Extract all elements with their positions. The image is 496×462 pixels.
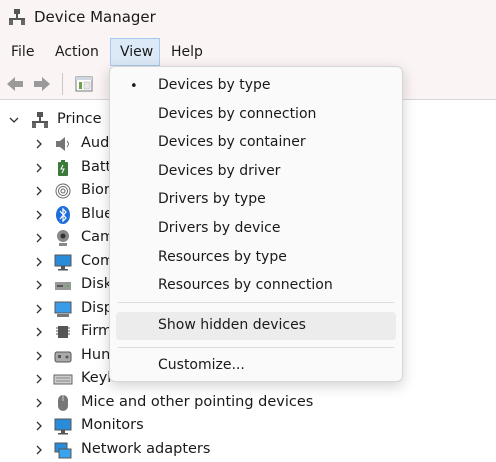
hid-icon [54, 351, 72, 362]
chevron-right-icon[interactable] [34, 257, 44, 267]
menu-file[interactable]: File [11, 44, 34, 60]
chevron-right-icon[interactable] [34, 280, 44, 290]
chevron-right-icon[interactable] [34, 351, 44, 361]
device-manager-icon [9, 9, 25, 25]
menu-item-devices-by-container[interactable]: Devices by container [116, 129, 396, 157]
tree-item[interactable]: Mice and other pointing devices [0, 391, 496, 415]
selected-bullet-icon: • [130, 79, 138, 94]
forward-arrow-icon[interactable] [32, 74, 52, 94]
menu-action[interactable]: Action [55, 44, 99, 60]
disk-drive-icon [55, 282, 71, 290]
monitor-icon [54, 418, 72, 435]
menu-separator [118, 347, 394, 348]
view-dropdown-menu: • Devices by type Devices by connection Dev… [109, 66, 403, 382]
menu-item-devices-by-connection[interactable]: Devices by connection [116, 101, 396, 129]
menu-item-devices-by-driver[interactable]: Devices by driver [116, 158, 396, 186]
chevron-right-icon[interactable] [34, 233, 44, 243]
bluetooth-icon [56, 205, 70, 224]
menu-item-label: Devices by type [158, 77, 271, 93]
menu-separator [118, 302, 394, 303]
menu-item-label: Show hidden devices [158, 317, 306, 333]
battery-icon [58, 159, 68, 176]
tree-item[interactable]: Monitors [0, 414, 496, 438]
tree-item-label: Disk [81, 276, 113, 292]
menu-item-customize[interactable]: Customize... [116, 352, 396, 380]
menu-item-label: Drivers by type [158, 191, 266, 208]
properties-panel-icon[interactable] [74, 74, 94, 94]
chevron-right-icon[interactable] [34, 304, 44, 314]
menu-item-devices-by-type[interactable]: • Devices by type [116, 72, 396, 100]
mouse-icon [58, 394, 68, 411]
chevron-down-icon[interactable] [9, 115, 19, 125]
tree-item-label: Aud [81, 135, 110, 151]
menu-view[interactable]: View [120, 44, 153, 60]
display-adapter-icon [54, 301, 72, 317]
tree-item-label: Keyl [81, 370, 112, 386]
chevron-right-icon[interactable] [34, 398, 44, 408]
chevron-right-icon[interactable] [34, 186, 44, 196]
menu-item-show-hidden-devices[interactable]: Show hidden devices [116, 312, 396, 340]
tree-item[interactable]: Network adapters [0, 438, 496, 462]
menu-help[interactable]: Help [171, 44, 203, 60]
menu-item-drivers-by-device[interactable]: Drivers by device [116, 215, 396, 243]
menu-item-label: Devices by driver [158, 162, 281, 179]
menu-item-label: Resources by connection [158, 277, 333, 294]
speaker-icon [56, 137, 69, 151]
tree-item-label: Mice and other pointing devices [81, 393, 314, 410]
menu-item-label: Resources by type [158, 248, 287, 265]
chevron-right-icon[interactable] [34, 445, 44, 455]
chevron-right-icon[interactable] [34, 374, 44, 384]
menu-item-label: Devices by connection [158, 105, 317, 122]
menu-item-label: Customize... [158, 357, 245, 373]
chevron-right-icon[interactable] [34, 163, 44, 173]
back-arrow-icon[interactable] [5, 74, 25, 94]
tree-item-label: Batt [81, 158, 112, 175]
webcam-icon [57, 230, 69, 246]
chevron-right-icon[interactable] [34, 210, 44, 220]
chevron-right-icon[interactable] [34, 421, 44, 431]
tree-item-label: Network adapters [81, 440, 211, 457]
fingerprint-icon [55, 183, 71, 199]
window-title: Device Manager [34, 8, 156, 26]
chevron-right-icon[interactable] [34, 139, 44, 149]
computer-root-icon [32, 112, 48, 128]
tree-item-label: Bior [81, 182, 110, 198]
tree-item-label: Monitors [81, 417, 144, 433]
menu-item-resources-by-connection[interactable]: Resources by connection [116, 272, 396, 300]
keyboard-icon [53, 374, 73, 385]
toolbar-separator [62, 73, 63, 95]
tree-root-label: Prince [57, 111, 102, 127]
tree-item-label: Firm [81, 323, 113, 339]
monitor-icon [54, 254, 72, 270]
menu-item-drivers-by-type[interactable]: Drivers by type [116, 186, 396, 214]
menu-item-label: Devices by container [158, 134, 306, 151]
menu-item-label: Drivers by device [158, 220, 281, 236]
chevron-right-icon[interactable] [34, 327, 44, 337]
tree-item-label: Hun [81, 346, 111, 363]
chip-icon [56, 326, 70, 338]
title-bar: Device Manager [0, 0, 496, 36]
menu-item-resources-by-type[interactable]: Resources by type [116, 244, 396, 272]
